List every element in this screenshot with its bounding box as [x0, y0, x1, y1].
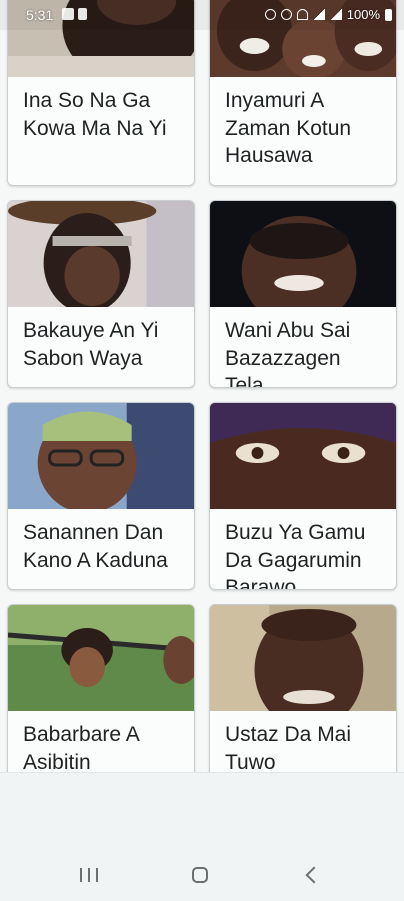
story-title: Sanannen Dan Kano A Kaduna	[23, 521, 168, 572]
mute-icon	[280, 9, 292, 20]
story-thumbnail	[8, 403, 194, 509]
story-title: Ina So Na Ga Kowa Ma Na Yi	[23, 89, 167, 140]
story-title: Bakauye An Yi Sabon Waya	[23, 319, 159, 370]
alarm-icon	[264, 9, 276, 20]
story-title: Babarbare A Asibitin Mahaukata	[23, 723, 139, 772]
story-thumbnail	[210, 605, 396, 711]
story-title: Ustaz Da Mai Tuwo	[225, 723, 352, 772]
signal-icon	[312, 9, 325, 20]
battery-percent: 100%	[346, 7, 380, 22]
home-icon[interactable]	[192, 867, 208, 883]
gallery-icon	[62, 8, 74, 20]
system-status-icons: 100%	[264, 7, 392, 22]
story-thumbnail	[210, 403, 396, 509]
notification-icon	[78, 8, 87, 20]
wifi-icon	[296, 9, 308, 20]
story-title: Inyamuri A Zaman Kotun Hausawa	[225, 89, 352, 167]
story-card[interactable]: Bakauye An Yi Sabon Waya	[7, 200, 195, 388]
story-card[interactable]: Wani Abu Sai Bazazzagen Tela	[209, 200, 397, 388]
status-time: 5:31	[26, 7, 54, 23]
stories-grid[interactable]: Ina So Na Ga Kowa Ma Na Yi Inyamuri A Za…	[0, 0, 404, 772]
battery-icon	[385, 8, 392, 21]
status-bar: 5:31 100%	[0, 0, 404, 30]
recents-icon[interactable]	[80, 868, 98, 882]
story-thumbnail	[210, 201, 396, 307]
story-title: Buzu Ya Gamu Da Gagarumin Barawo	[225, 521, 366, 590]
back-icon[interactable]	[305, 866, 323, 884]
signal-icon	[329, 9, 342, 20]
story-card[interactable]: Sanannen Dan Kano A Kaduna	[7, 402, 195, 590]
story-thumbnail	[8, 201, 194, 307]
story-title: Wani Abu Sai Bazazzagen Tela	[225, 319, 351, 388]
story-card[interactable]: Ustaz Da Mai Tuwo	[209, 604, 397, 772]
story-thumbnail	[8, 605, 194, 711]
story-card[interactable]: Babarbare A Asibitin Mahaukata	[7, 604, 195, 772]
notification-icons	[62, 8, 87, 20]
navigation-bar	[0, 850, 404, 900]
story-card[interactable]: Buzu Ya Gamu Da Gagarumin Barawo	[209, 402, 397, 590]
